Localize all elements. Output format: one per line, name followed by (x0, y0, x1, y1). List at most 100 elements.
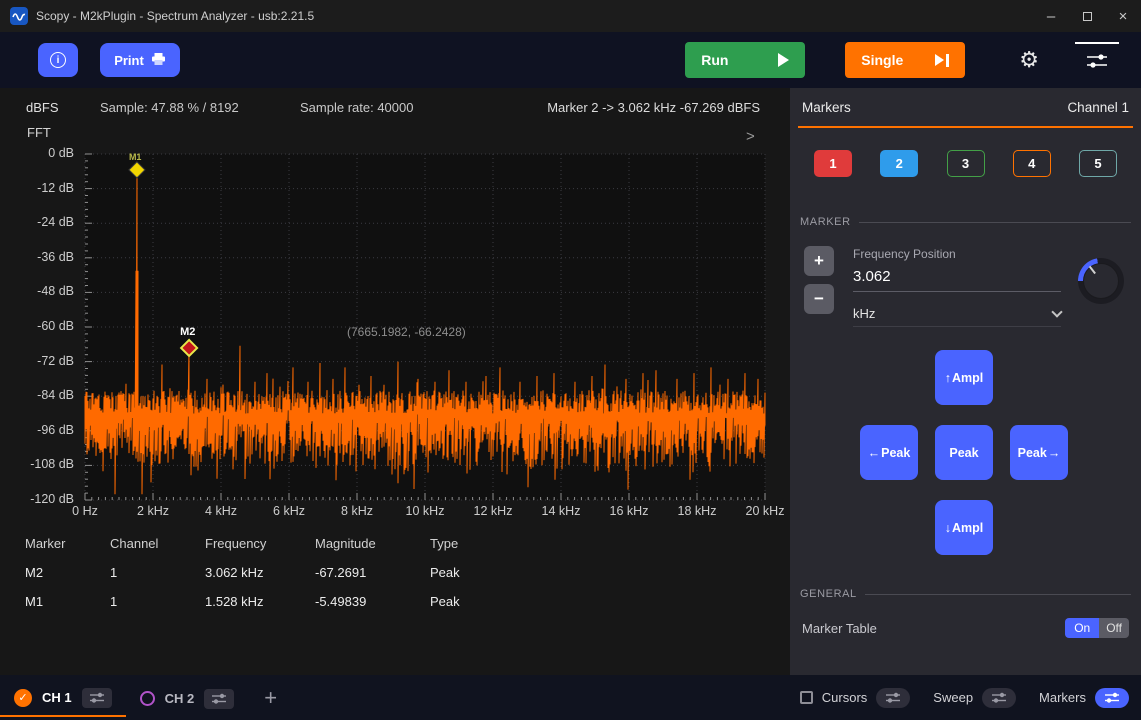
frequency-increment-button[interactable]: + (804, 246, 834, 276)
cursors-settings-button[interactable] (876, 688, 910, 708)
info-button[interactable]: i (38, 43, 78, 77)
amplitude-up-button[interactable]: ↑Ampl (935, 350, 993, 405)
chevron-right-icon[interactable]: > (746, 128, 755, 145)
peak-left-button[interactable]: ←Peak (860, 425, 918, 480)
marker-table-header-cell: Frequency (205, 529, 315, 558)
marker-table-cell: M1 (25, 587, 110, 616)
maximize-icon (1083, 12, 1092, 21)
fft-label: FFT (27, 125, 51, 140)
marker-button-5[interactable]: 5 (1079, 150, 1117, 177)
sliders-icon (1085, 57, 1109, 72)
up-arrow-icon: ↑ (945, 371, 951, 385)
minimize-button[interactable]: – (1033, 0, 1069, 32)
app-logo-icon (10, 7, 28, 25)
cursors-checkbox[interactable] (800, 691, 813, 704)
marker-table-cell: 3.062 kHz (205, 558, 315, 587)
marker-table-label: Marker Table (802, 621, 877, 636)
info-glyph: i (57, 55, 60, 66)
frequency-knob[interactable] (1078, 258, 1124, 304)
frequency-unit-value: kHz (853, 306, 875, 321)
panel-toggle-button[interactable] (1075, 42, 1119, 78)
add-channel-button[interactable]: + (258, 684, 283, 712)
marker-table: MarkerChannelFrequencyMagnitudeTypeM213.… (25, 529, 520, 616)
peak-right-button[interactable]: Peak→ (1010, 425, 1068, 480)
y-axis-tick-label: -84 dB (0, 388, 74, 402)
y-axis-tick-label: -72 dB (0, 354, 74, 368)
channel-label: Channel 1 (1067, 100, 1129, 115)
general-section-label: GENERAL (800, 588, 857, 600)
marker-table-toggle[interactable]: On Off (1065, 618, 1129, 638)
marker-table-cell: M2 (25, 558, 110, 587)
markers-label: Markers (1039, 690, 1086, 705)
markers-settings-button[interactable] (1095, 688, 1129, 708)
printer-icon (151, 52, 166, 69)
x-axis-tick-label: 0 Hz (53, 504, 117, 518)
x-axis-tick-label: 16 kHz (597, 504, 661, 518)
channel2-settings-button[interactable] (204, 689, 234, 709)
y-axis-tick-label: -24 dB (0, 215, 74, 229)
peak-right-label: Peak (1018, 446, 1047, 460)
ampl-up-label: Ampl (952, 371, 983, 385)
channel1-settings-button[interactable] (82, 688, 112, 708)
check-glyph: ✓ (18, 691, 27, 704)
marker-button-1[interactable]: 1 (814, 150, 852, 177)
window-title: Scopy - M2kPlugin - Spectrum Analyzer - … (36, 9, 314, 23)
run-button[interactable]: Run (685, 42, 805, 78)
sweep-settings-button[interactable] (982, 688, 1016, 708)
channel1-tab[interactable]: ✓ CH 1 (0, 680, 126, 717)
single-button[interactable]: Single (845, 42, 965, 78)
print-label: Print (114, 53, 144, 68)
marker-section-header: MARKER (800, 216, 1131, 228)
x-axis-tick-label: 2 kHz (121, 504, 185, 518)
amplitude-down-button[interactable]: ↓Ampl (935, 500, 993, 555)
close-button[interactable]: × (1105, 0, 1141, 32)
bottombar-right: Cursors Sweep Markers (800, 688, 1141, 708)
peak-button[interactable]: Peak (935, 425, 993, 480)
general-section-header: GENERAL (800, 588, 1131, 600)
y-axis-tick-label: -48 dB (0, 284, 74, 298)
marker-select-buttons: 1 2 3 4 5 (814, 150, 1117, 177)
svg-text:M1: M1 (129, 152, 142, 162)
toggle-off[interactable]: Off (1099, 618, 1129, 638)
sweep-label: Sweep (933, 690, 973, 705)
channel2-tab[interactable]: CH 2 (126, 680, 249, 717)
channel2-circle-icon[interactable] (140, 691, 155, 706)
marker-table-cell: -67.2691 (315, 558, 430, 587)
settings-gear-button[interactable]: ⚙ (1013, 48, 1045, 72)
marker-button-4[interactable]: 4 (1013, 150, 1051, 177)
marker-table-header-cell: Marker (25, 529, 110, 558)
marker-button-2[interactable]: 2 (880, 150, 918, 177)
chevron-down-icon (1051, 306, 1062, 317)
single-label: Single (861, 52, 903, 68)
down-arrow-icon: ↓ (945, 521, 951, 535)
y-axis-tick-label: 0 dB (0, 146, 74, 160)
panel-title: Markers (802, 100, 851, 115)
y-axis-tick-label: -12 dB (0, 181, 74, 195)
x-axis-tick-label: 14 kHz (529, 504, 593, 518)
channel1-check-icon[interactable]: ✓ (14, 689, 32, 707)
cursor-readout: (7665.1982, -66.2428) (347, 325, 466, 339)
sample-info: Sample: 47.88 % / 8192 (100, 100, 239, 115)
frequency-decrement-button[interactable]: − (804, 284, 834, 314)
peak-label: Peak (949, 446, 978, 460)
marker-section-label: MARKER (800, 216, 851, 228)
ampl-down-label: Ampl (952, 521, 983, 535)
frequency-position-input[interactable] (853, 266, 1061, 292)
left-arrow-icon: ← (868, 446, 881, 460)
toggle-on[interactable]: On (1065, 618, 1099, 638)
svg-text:M2: M2 (180, 326, 195, 338)
bottombar: ✓ CH 1 CH 2 + Cursors Sweep Markers (0, 675, 1141, 720)
panel-accent-underline (798, 126, 1133, 128)
maximize-button[interactable] (1069, 0, 1105, 32)
y-axis-tick-label: -96 dB (0, 423, 74, 437)
print-button[interactable]: Print (100, 43, 180, 77)
frequency-unit-select[interactable]: kHz (853, 301, 1061, 327)
marker-table-cell: -5.49839 (315, 587, 430, 616)
marker-table-header-cell: Magnitude (315, 529, 430, 558)
panel-header: Markers Channel 1 (802, 100, 1129, 115)
marker-button-3[interactable]: 3 (947, 150, 985, 177)
marker-table-cell: 1.528 kHz (205, 587, 315, 616)
peak-left-label: Peak (881, 446, 910, 460)
right-arrow-icon: → (1048, 446, 1061, 460)
markers-panel: Markers Channel 1 12345 MARKER + − Frequ… (790, 88, 1141, 675)
